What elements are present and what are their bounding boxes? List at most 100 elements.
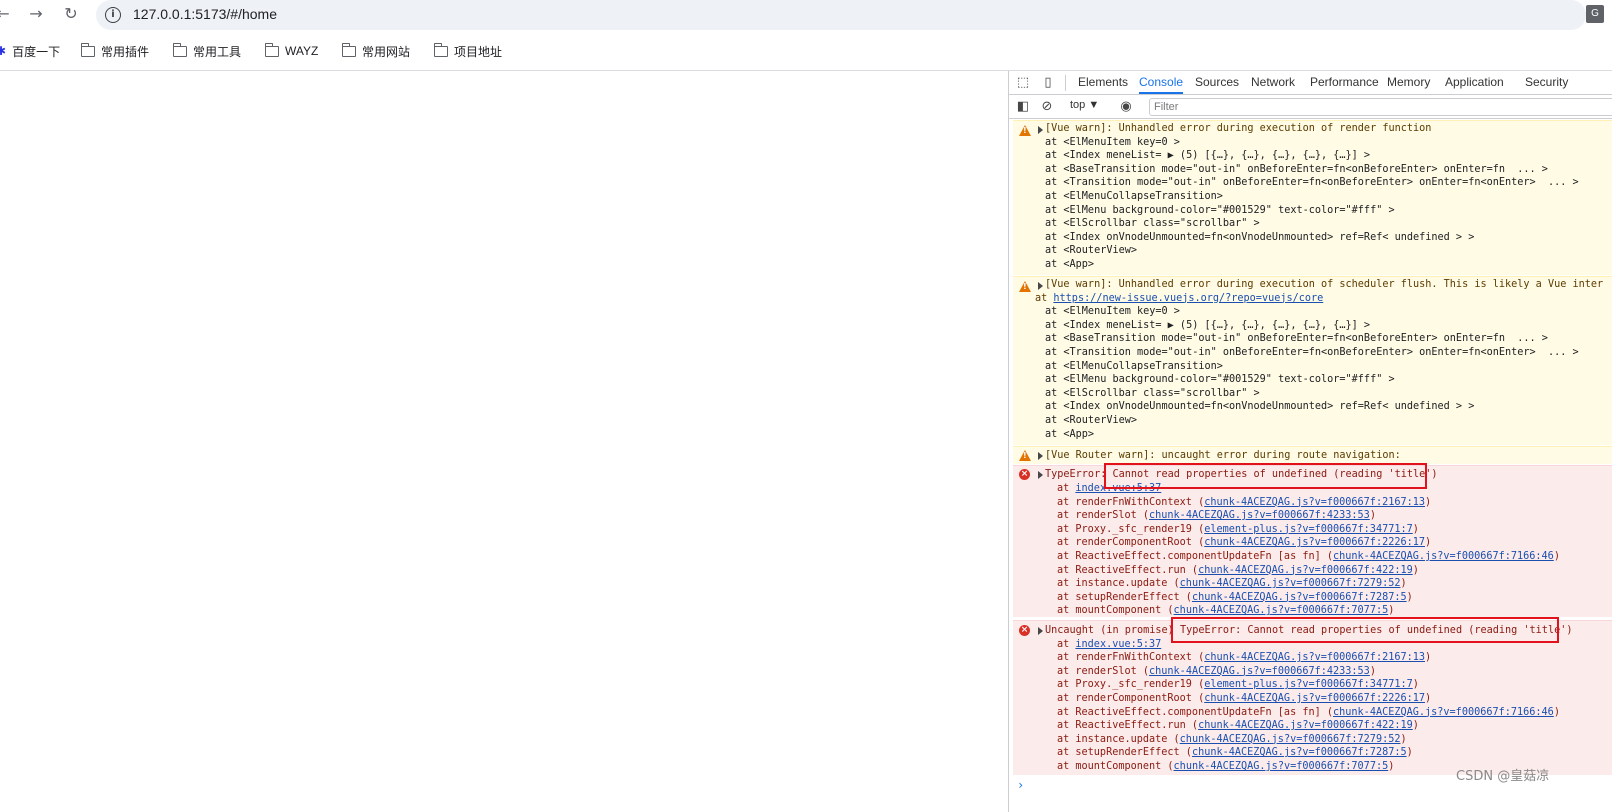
folder-icon	[172, 42, 187, 57]
bookmark-folder-plugins[interactable]: 常用插件	[80, 42, 149, 60]
stack-close: )	[1388, 605, 1395, 617]
expand-triangle-icon[interactable]	[1038, 126, 1043, 134]
stack-source-link[interactable]: chunk-4ACEZQAG.js?v=f000667f:7166:46	[1333, 707, 1554, 718]
bookmark-folder-tools[interactable]: 常用工具	[172, 42, 242, 60]
stack-source-link[interactable]: index.vue:5:37	[1075, 639, 1161, 650]
page-viewport[interactable]	[0, 71, 1008, 812]
bookmark-baidu[interactable]: ✱ 百度一下	[0, 42, 60, 60]
stack-source-link[interactable]: chunk-4ACEZQAG.js?v=f000667f:7279:52	[1180, 578, 1401, 589]
component-trace-line: at <App>	[1045, 428, 1095, 440]
stack-source-link[interactable]: chunk-4ACEZQAG.js?v=f000667f:7287:5	[1192, 592, 1407, 603]
bookmark-folder-projects[interactable]: 项目地址	[433, 42, 503, 60]
bookmark-label: 项目地址	[454, 44, 503, 59]
stack-frame: at instance.update (chunk-4ACEZQAG.js?v=…	[1057, 577, 1407, 591]
address-bar[interactable]: i 127.0.0.1:5173/#/home	[96, 0, 1586, 30]
tab-divider	[1065, 75, 1066, 91]
stack-source-link[interactable]: chunk-4ACEZQAG.js?v=f000667f:2167:13	[1204, 497, 1425, 508]
tab-application[interactable]: Application	[1445, 71, 1504, 94]
issue-link[interactable]: https://new-issue.vuejs.org/?repo=vuejs/…	[1053, 293, 1323, 304]
stack-source-link[interactable]: chunk-4ACEZQAG.js?v=f000667f:422:19	[1198, 565, 1413, 576]
site-info-icon[interactable]: i	[105, 7, 121, 23]
bookmarks-bar: ✱ 百度一下 常用插件 常用工具 WAYZ 常用网站 项目地址	[0, 38, 1612, 64]
folder-icon	[80, 42, 95, 57]
stack-source-link[interactable]: chunk-4ACEZQAG.js?v=f000667f:2167:13	[1204, 652, 1425, 663]
tab-security[interactable]: Security	[1525, 71, 1568, 94]
stack-source-link[interactable]: chunk-4ACEZQAG.js?v=f000667f:4233:53	[1149, 510, 1370, 521]
bookmark-folder-wayz[interactable]: WAYZ	[264, 42, 318, 60]
component-trace-line: at <Transition mode="out-in" onBeforeEnt…	[1045, 177, 1579, 189]
console-warning: [Vue Router warn]: uncaught error during…	[1013, 446, 1612, 464]
stack-source-link[interactable]: element-plus.js?v=f000667f:34771:7	[1204, 679, 1413, 690]
clear-console-icon[interactable]: ⊘	[1039, 99, 1055, 115]
link-prefix: at	[1035, 292, 1054, 304]
stack-fn: at renderFnWithContext (	[1057, 496, 1205, 508]
issue-link-line: at https://new-issue.vuejs.org/?repo=vue…	[1035, 292, 1323, 306]
back-arrow-icon[interactable]: ←	[0, 3, 14, 25]
inspect-element-icon[interactable]: ⬚	[1015, 75, 1031, 91]
stack-frame: at ReactiveEffect.componentUpdateFn [as …	[1057, 706, 1560, 720]
component-trace-line: at <Index meneList= ▶ (5) [{…}, {…}, {…}…	[1045, 319, 1371, 331]
expand-triangle-icon[interactable]	[1038, 282, 1043, 290]
reload-icon[interactable]: ↻	[60, 3, 82, 25]
filter-input[interactable]: Filter	[1149, 98, 1612, 116]
expand-triangle-icon[interactable]	[1038, 627, 1043, 635]
stack-fn: at renderComponentRoot (	[1057, 693, 1205, 704]
translate-icon[interactable]: G	[1586, 5, 1604, 23]
tab-elements[interactable]: Elements	[1078, 71, 1128, 94]
browser-toolbar: ← → ↻ i 127.0.0.1:5173/#/home G	[0, 0, 1612, 30]
stack-source-link[interactable]: chunk-4ACEZQAG.js?v=f000667f:2226:17	[1204, 537, 1425, 548]
highlight-box	[1104, 463, 1427, 489]
expand-triangle-icon[interactable]	[1038, 471, 1043, 479]
forward-arrow-icon[interactable]: →	[25, 3, 47, 25]
live-expression-eye-icon[interactable]: ◉	[1118, 99, 1134, 115]
tab-console[interactable]: Console	[1139, 71, 1184, 94]
stack-source-link[interactable]: chunk-4ACEZQAG.js?v=f000667f:7077:5	[1174, 605, 1389, 616]
component-trace-line: at <ElMenuItem key=0 >	[1045, 136, 1180, 148]
tab-memory[interactable]: Memory	[1387, 71, 1430, 94]
watermark: CSDN @皇菇凉	[1456, 769, 1550, 784]
console-prompt[interactable]: ›	[1017, 778, 1024, 792]
stack-source-link[interactable]: chunk-4ACEZQAG.js?v=f000667f:7279:52	[1180, 734, 1401, 745]
stack-frame: at renderFnWithContext (chunk-4ACEZQAG.j…	[1057, 496, 1431, 510]
context-select[interactable]: top ▼	[1070, 99, 1099, 111]
context-label: top	[1070, 99, 1086, 111]
console-output: [Vue warn]: Unhandled error during execu…	[1009, 120, 1612, 812]
stack-fn: at ReactiveEffect.run (	[1057, 564, 1199, 576]
device-toolbar-icon[interactable]: ▯	[1040, 75, 1056, 91]
url-text[interactable]: 127.0.0.1:5173/#/home	[133, 6, 277, 22]
component-trace-line: at <Transition mode="out-in" onBeforeEnt…	[1045, 347, 1579, 358]
stack-frame: at ReactiveEffect.run (chunk-4ACEZQAG.js…	[1057, 719, 1419, 733]
stack-fn: at ReactiveEffect.run (	[1057, 720, 1199, 732]
expand-triangle-icon[interactable]	[1038, 452, 1043, 460]
stack-frame: at setupRenderEffect (chunk-4ACEZQAG.js?…	[1057, 746, 1413, 760]
tab-performance[interactable]: Performance	[1310, 71, 1379, 94]
stack-frame: at renderFnWithContext (chunk-4ACEZQAG.j…	[1057, 651, 1431, 665]
component-trace-line: at <ElMenuCollapseTransition>	[1045, 191, 1223, 202]
stack-source-link[interactable]: chunk-4ACEZQAG.js?v=f000667f:7287:5	[1192, 747, 1407, 758]
stack-fn: at	[1057, 483, 1076, 494]
folder-icon	[341, 42, 356, 57]
stack-source-link[interactable]: element-plus.js?v=f000667f:34771:7	[1204, 524, 1413, 535]
console-warning: [Vue warn]: Unhandled error during execu…	[1013, 276, 1612, 445]
stack-close: )	[1425, 537, 1432, 549]
stack-fn: at Proxy._sfc_render19 (	[1057, 679, 1205, 691]
error-prefix: TypeError:	[1045, 469, 1113, 480]
error-prefix: Uncaught (in promise)	[1045, 625, 1180, 636]
sidebar-toggle-icon[interactable]: ◧	[1015, 99, 1031, 115]
tab-sources[interactable]: Sources	[1195, 71, 1239, 94]
stack-source-link[interactable]: chunk-4ACEZQAG.js?v=f000667f:7166:46	[1333, 551, 1554, 562]
stack-fn: at renderSlot (	[1057, 510, 1150, 522]
tab-network[interactable]: Network	[1251, 71, 1295, 94]
bookmark-label: 常用工具	[193, 44, 242, 59]
bookmark-folder-sites[interactable]: 常用网站	[341, 42, 410, 60]
stack-source-link[interactable]: chunk-4ACEZQAG.js?v=f000667f:7077:5	[1174, 761, 1389, 772]
stack-source-link[interactable]: chunk-4ACEZQAG.js?v=f000667f:2226:17	[1204, 693, 1425, 704]
stack-source-link[interactable]: chunk-4ACEZQAG.js?v=f000667f:422:19	[1198, 720, 1413, 731]
folder-icon	[433, 42, 448, 57]
warning-message: [Vue warn]: Unhandled error during execu…	[1045, 123, 1432, 134]
warning-icon	[1019, 281, 1031, 292]
stack-fn: at mountComponent (	[1057, 761, 1174, 772]
stack-close: )	[1412, 720, 1419, 732]
warning-icon	[1019, 450, 1031, 461]
stack-source-link[interactable]: chunk-4ACEZQAG.js?v=f000667f:4233:53	[1149, 666, 1370, 677]
